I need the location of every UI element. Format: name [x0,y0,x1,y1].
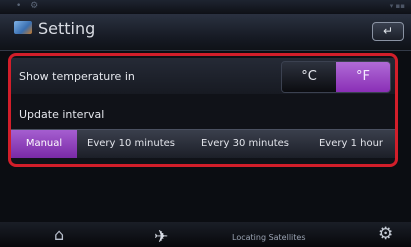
temperature-row: Show temperature in °C °F [11,58,395,94]
gear-icon[interactable]: ⚙ [378,224,393,244]
page-title: Setting [38,19,96,38]
celsius-button[interactable]: °C [282,62,336,92]
interval-manual-button[interactable]: Manual [11,130,77,158]
update-interval-selector: Manual Every 10 minutes Every 30 minutes… [11,129,395,158]
back-arrow-icon: ↵ [382,24,394,38]
temperature-unit-toggle: °C °F [281,61,391,93]
home-icon[interactable]: ⌂ [54,225,64,244]
status-bar: • ⚙ ▾ ▪▪ [0,0,411,14]
interval-10-minutes-button[interactable]: Every 10 minutes [81,130,181,158]
satellite-icon[interactable]: ✈ [154,227,168,247]
back-button[interactable]: ↵ [372,22,404,41]
interval-30-minutes-button[interactable]: Every 30 minutes [195,130,295,158]
satellite-status-text: Locating Satellites [232,233,306,242]
temperature-label: Show temperature in [19,70,135,83]
update-interval-label: Update interval [19,108,105,121]
fahrenheit-button[interactable]: °F [336,62,390,92]
settings-panel: Show temperature in °C °F Update interva… [8,53,398,167]
setting-app-icon [14,21,32,34]
interval-1-hour-button[interactable]: Every 1 hour [307,130,395,158]
status-indicator-icons: • ⚙ [16,1,42,11]
signal-icon: ▾ ▪▪ [389,2,405,10]
